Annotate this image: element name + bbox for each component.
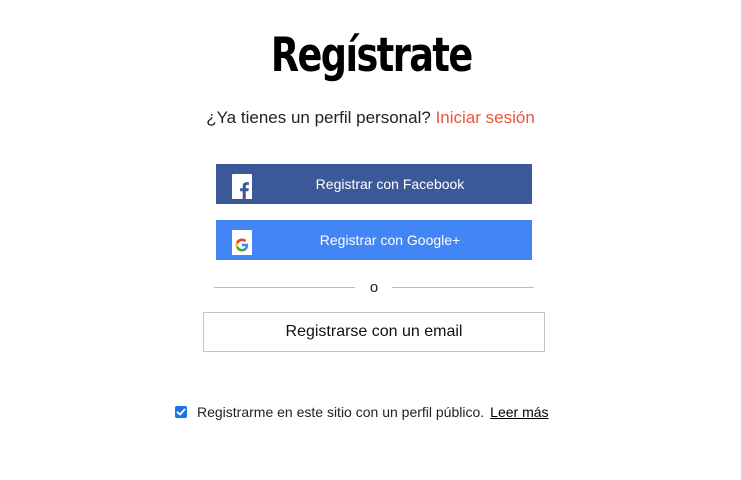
page-title: Regístrate [270, 28, 473, 83]
read-more-link[interactable]: Leer más [490, 404, 548, 420]
facebook-signup-button[interactable]: Registrar con Facebook [216, 164, 532, 204]
google-signup-label: Registrar con Google+ [319, 232, 461, 248]
facebook-signup-label: Registrar con Facebook [315, 176, 465, 192]
email-signup-button[interactable]: Registrarse con un email [203, 312, 545, 352]
public-profile-consent: Registrarme en este sitio con un perfil … [175, 402, 549, 422]
login-link[interactable]: Iniciar sesión [436, 108, 535, 127]
login-prompt: ¿Ya tienes un perfil personal? Iniciar s… [0, 107, 741, 129]
divider-or: o [369, 279, 379, 296]
checkmark-icon [176, 408, 186, 416]
google-signup-button[interactable]: Registrar con Google+ [216, 220, 532, 260]
public-profile-checkbox[interactable] [175, 406, 187, 418]
divider-line-left [214, 287, 355, 288]
login-prompt-text: ¿Ya tienes un perfil personal? [206, 108, 431, 127]
facebook-icon [232, 174, 252, 199]
consent-text: Registrarme en este sitio con un perfil … [197, 404, 485, 420]
google-icon [232, 230, 252, 255]
divider-line-right [392, 287, 534, 288]
